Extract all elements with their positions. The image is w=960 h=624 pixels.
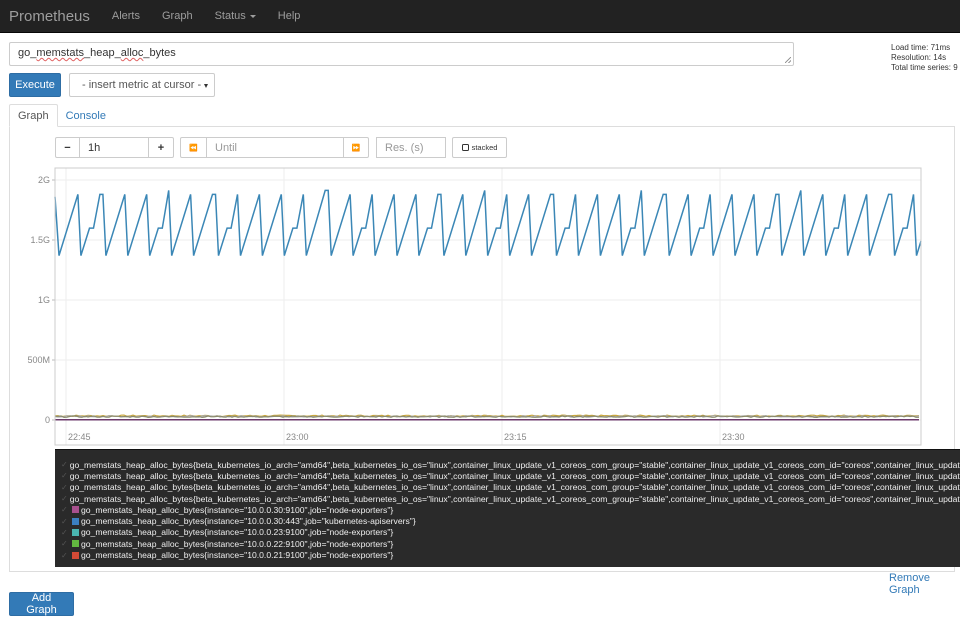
tab-graph[interactable]: Graph bbox=[9, 104, 58, 127]
y-tick-label: 500M bbox=[27, 355, 50, 365]
legend-item[interactable]: ✓ go_memstats_heap_alloc_bytes{instance="… bbox=[55, 527, 960, 538]
legend-swatch bbox=[72, 529, 79, 536]
legend-label: go_memstats_heap_alloc_bytes{instance="1… bbox=[81, 539, 393, 549]
legend-label: go_memstats_heap_alloc_bytes{beta_kubern… bbox=[70, 494, 960, 504]
checkmark-icon: ✓ bbox=[61, 460, 68, 469]
x-tick-label: 23:15 bbox=[504, 432, 527, 442]
legend-label: go_memstats_heap_alloc_bytes{instance="1… bbox=[81, 516, 416, 526]
plot-frame bbox=[55, 168, 921, 445]
x-tick-label: 23:30 bbox=[722, 432, 745, 442]
series-line-apiserver bbox=[55, 190, 921, 255]
checkmark-icon: ✓ bbox=[61, 494, 68, 503]
legend-item[interactable]: ✓go_memstats_heap_alloc_bytes{beta_kuber… bbox=[55, 470, 960, 481]
legend-item[interactable]: ✓go_memstats_heap_alloc_bytes{beta_kuber… bbox=[55, 493, 960, 504]
y-tick-label: 1.5G bbox=[30, 235, 50, 245]
chart-grid bbox=[55, 168, 921, 445]
checkmark-icon: ✓ bbox=[61, 483, 68, 492]
x-tick-label: 22:45 bbox=[68, 432, 91, 442]
remove-graph-link[interactable]: Remove Graph bbox=[889, 572, 960, 596]
checkmark-icon: ✓ bbox=[61, 528, 72, 537]
add-graph-button[interactable]: Add Graph bbox=[9, 592, 74, 616]
legend-label: go_memstats_heap_alloc_bytes{instance="1… bbox=[81, 505, 393, 515]
y-tick-label: 2G bbox=[38, 175, 50, 185]
legend-item[interactable]: ✓go_memstats_heap_alloc_bytes{beta_kuber… bbox=[55, 482, 960, 493]
legend-item[interactable]: ✓ go_memstats_heap_alloc_bytes{instance="… bbox=[55, 538, 960, 549]
legend-label: go_memstats_heap_alloc_bytes{instance="1… bbox=[81, 527, 393, 537]
legend-label: go_memstats_heap_alloc_bytes{beta_kubern… bbox=[70, 482, 960, 492]
legend-item[interactable]: ✓ go_memstats_heap_alloc_bytes{instance="… bbox=[55, 549, 960, 560]
legend-label: go_memstats_heap_alloc_bytes{beta_kubern… bbox=[70, 460, 960, 470]
legend-swatch bbox=[72, 540, 79, 547]
y-tick-label: 1G bbox=[38, 295, 50, 305]
x-tick-label: 23:00 bbox=[286, 432, 309, 442]
legend-item[interactable]: ✓go_memstats_heap_alloc_bytes{beta_kuber… bbox=[55, 459, 960, 470]
legend-swatch bbox=[72, 518, 79, 525]
legend-item[interactable]: ✓ go_memstats_heap_alloc_bytes{instance="… bbox=[55, 504, 960, 515]
checkmark-icon: ✓ bbox=[61, 471, 68, 480]
legend-item[interactable]: ✓ go_memstats_heap_alloc_bytes{instance="… bbox=[55, 515, 960, 526]
checkmark-icon: ✓ bbox=[61, 505, 72, 514]
legend-swatch bbox=[72, 506, 79, 513]
y-axis-ticks: 0 500M 1G 1.5G 2G bbox=[27, 175, 55, 425]
legend-label: go_memstats_heap_alloc_bytes{instance="1… bbox=[81, 550, 393, 560]
x-axis-ticks: 22:45 23:00 23:15 23:30 bbox=[55, 168, 745, 445]
y-tick-label: 0 bbox=[45, 415, 50, 425]
checkmark-icon: ✓ bbox=[61, 517, 72, 526]
legend-label: go_memstats_heap_alloc_bytes{beta_kubern… bbox=[70, 471, 960, 481]
checkmark-icon: ✓ bbox=[61, 539, 72, 548]
legend-swatch bbox=[72, 552, 79, 559]
chart-series bbox=[55, 190, 921, 419]
checkmark-icon: ✓ bbox=[61, 551, 72, 560]
legend: ✓go_memstats_heap_alloc_bytes{beta_kuber… bbox=[55, 449, 960, 567]
